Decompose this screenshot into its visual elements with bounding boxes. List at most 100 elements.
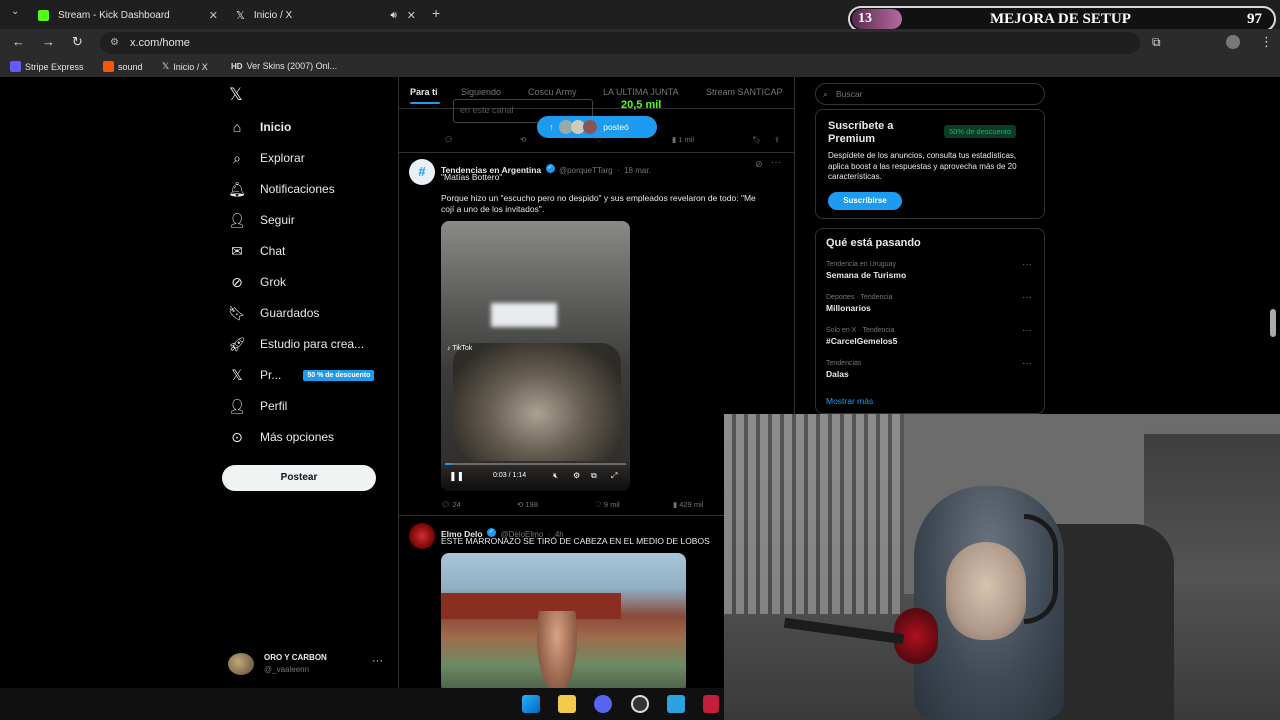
search-icon: ⌕ [233,149,241,166]
show-more-link[interactable]: Mostrar más [826,396,873,406]
nav-label: Seguir [260,213,295,227]
browser-toolbar: ← → ↻ ⚙ x.com/home ⧉ ⋮ [0,29,1280,57]
search-icon: ⌕ [823,89,829,99]
search-input[interactable]: ⌕ Buscar [815,83,1045,105]
post-text: Porque hizo un "escucho pero no despido"… [441,193,756,214]
extensions-icon[interactable]: ⧉ [1152,35,1161,50]
post-date[interactable]: 18 mar. [624,166,651,175]
bookmark-stripe[interactable]: Stripe Express [10,61,84,72]
progress-bar[interactable] [445,463,626,465]
bookmark-label: sound [118,61,143,72]
x-premium-icon: 𝕏 [231,366,243,383]
tab-para-ti[interactable]: Para ti [410,87,438,97]
x-logo-icon[interactable]: 𝕏 [229,85,243,105]
app-icon[interactable] [703,695,719,713]
post-video[interactable] [441,553,686,688]
post-button[interactable]: Postear [222,465,376,491]
reply-icon[interactable]: 💬︎ [444,135,520,144]
account-name: ORO Y CARBON [264,653,327,662]
fullscreen-icon[interactable]: ⤢ [611,471,617,481]
bookmark-inicio-x[interactable]: 𝕏 Inicio / X [162,61,208,72]
nav-inicio[interactable]: ⌂ Inicio [228,118,292,136]
nav-guardados[interactable]: 🔖︎ Guardados [228,304,319,322]
settings-icon[interactable]: ⚙ [573,471,580,480]
nav-chat[interactable]: ✉ Chat [228,242,285,260]
bookmark-icon[interactable]: 🔖︎ [752,135,774,144]
post-video[interactable]: ♪ TikTok ❚❚ 0:03 / 1:14 🔇︎ ⚙ ⧉ ⤢ [441,221,630,491]
more-icon[interactable]: ··· [1022,325,1032,336]
more-icon[interactable]: ··· [771,157,781,168]
repost-button[interactable]: ⟲ 198 [517,500,595,509]
nav-grok[interactable]: ⊘ Grok [228,273,286,291]
subscribe-button[interactable]: Suscribirse [828,192,902,210]
trend-item[interactable]: Deportes · Tendencia Millonarios [826,294,892,313]
tab-coscu-army[interactable]: Coscu Army [528,87,577,97]
person-icon: 👤︎ [228,397,246,414]
back-icon[interactable]: ← [12,34,25,49]
nav-notificaciones[interactable]: 🔔︎ Notificaciones [228,180,335,198]
obs-icon[interactable] [631,695,649,713]
windows-start-icon[interactable] [522,695,540,713]
menu-icon[interactable]: ⋮ [1260,34,1273,50]
avatar [583,120,598,134]
tab-la-ultima-junta[interactable]: LA ULTIMA JUNTA [603,87,679,97]
tab-list-icon[interactable]: ⌄ [11,6,19,17]
trend-title: Semana de Turismo [826,270,907,280]
nav-mas-opciones[interactable]: ⊙ Más opciones [228,428,334,446]
pip-icon[interactable]: ⧉ [591,471,597,481]
nav-perfil[interactable]: 👤︎ Perfil [228,397,287,415]
bookmark-ver-skins[interactable]: HD Ver Skins (2007) Onl... [231,61,337,71]
address-bar[interactable]: ⚙ x.com/home [100,32,1140,54]
trend-item[interactable]: Tendencia en Uruguay Semana de Turismo [826,261,906,280]
tab-siguiendo[interactable]: Siguiendo [461,87,501,97]
more-icon[interactable]: ··· [1022,358,1032,369]
nav-label: Estudio para crea... [260,337,365,351]
account-handle: @_vaaleenn [264,665,310,674]
tab-kick-dashboard[interactable]: Stream - Kick Dashboard ✕ [38,3,218,27]
like-button[interactable]: ♡ 9 mil [595,500,673,509]
tab-inicio-x[interactable]: 𝕏 Inicio / X 🔊︎ ✕ [236,3,416,27]
discord-icon[interactable] [594,695,612,713]
home-icon: ⌂ [232,119,242,135]
nav-estudio[interactable]: 🚀︎ Estudio para crea... [228,335,364,353]
file-explorer-icon[interactable] [558,695,576,713]
stripe-icon [10,61,21,72]
scrollbar-thumb[interactable] [1270,309,1276,337]
reload-icon[interactable]: ↻ [72,34,83,50]
more-icon[interactable]: ··· [1022,292,1032,303]
tab-stream-santicap[interactable]: Stream SANTICAP [706,87,783,97]
nav-label: Más opciones [260,430,335,444]
close-tab-icon[interactable]: ✕ [407,9,416,22]
more-icon[interactable]: ··· [1022,259,1032,270]
trend-item[interactable]: Solo en X · Tendencia #CarcelGemelos5 [826,327,897,346]
bookmark-sound[interactable]: sound [103,61,143,72]
avatar[interactable] [409,523,435,549]
views-icon[interactable]: ▮ 1 mil [672,135,752,144]
avatar[interactable]: # [409,159,435,185]
divider [399,152,794,153]
profile-icon[interactable] [1226,35,1240,49]
nav-label: Guardados [260,306,320,320]
share-icon[interactable]: ⇪ [774,135,780,144]
browser-tab-bar: ⌄ Stream - Kick Dashboard ✕ 𝕏 Inicio / X… [0,0,1280,32]
audio-icon[interactable]: 🔊︎ [390,10,396,21]
author-handle[interactable]: @porqueTTarg [559,166,612,175]
site-info-icon[interactable]: ⚙ [110,32,119,54]
trend-item[interactable]: Tendencias Dalas [826,360,861,379]
more-icon[interactable]: ··· [372,655,383,667]
post-line: "Matías Bottero" [441,172,503,182]
nav-explorar[interactable]: ⌕ Explorar [228,149,305,167]
nav-premium[interactable]: 𝕏 Pr... 50 % de descuento [228,366,375,384]
mute-icon[interactable]: 🔇︎ [553,471,558,481]
reply-button[interactable]: 💬︎ 24 [441,500,517,509]
views-button[interactable]: ▮ 429 mil [673,500,703,509]
new-tab-icon[interactable]: + [432,5,440,21]
app-icon[interactable] [667,695,685,713]
grok-icon[interactable]: ⊘ [755,159,763,170]
close-tab-icon[interactable]: ✕ [209,9,218,22]
forward-icon[interactable]: → [42,34,55,49]
account-switcher[interactable]: ORO Y CARBON @_vaaleenn ··· [228,651,388,677]
new-posts-pill[interactable]: ↑ posteó [537,116,657,138]
pause-icon[interactable]: ❚❚ [449,471,464,482]
nav-seguir[interactable]: 👤︎ Seguir [228,211,295,229]
